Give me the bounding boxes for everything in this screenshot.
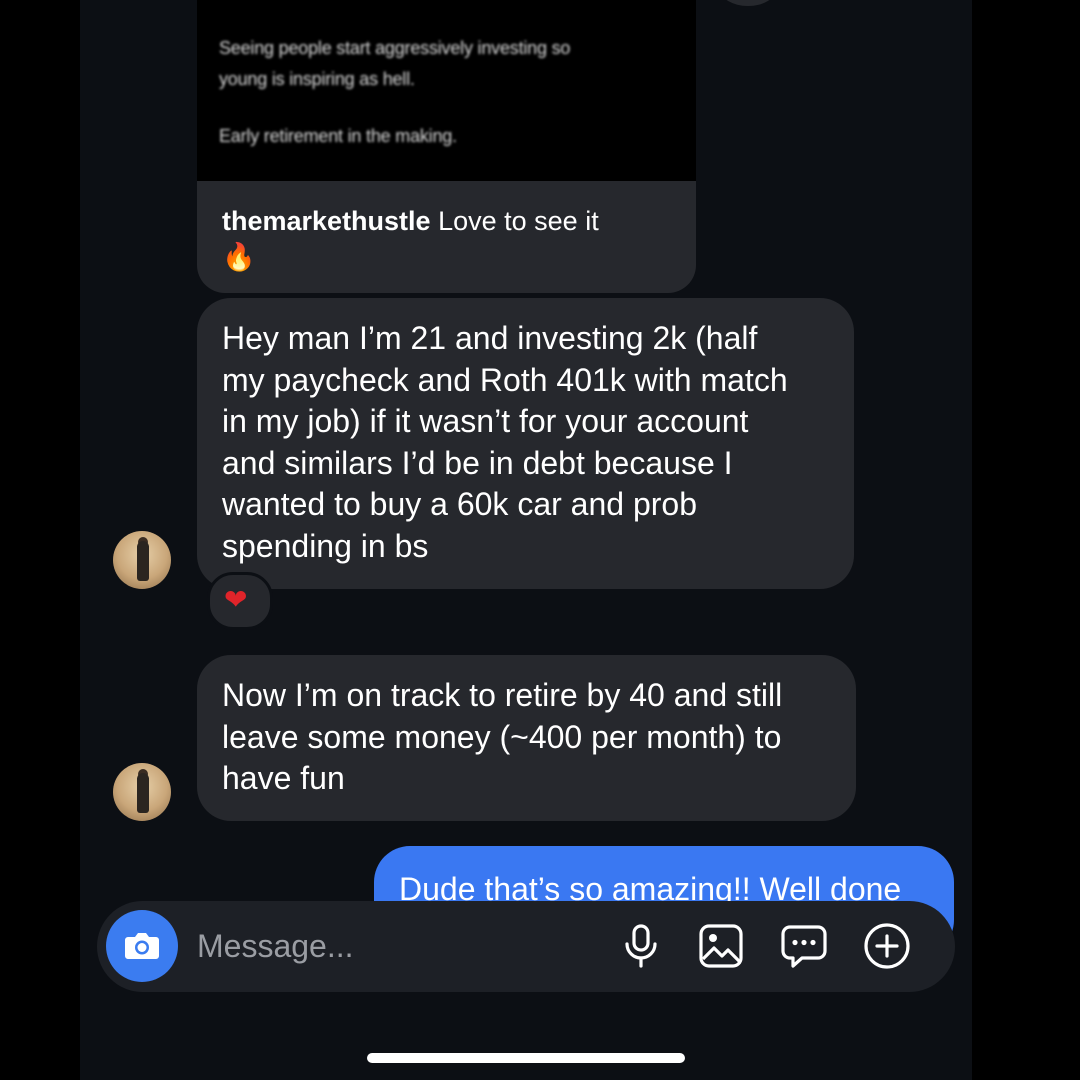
message-line: spending in bs	[222, 527, 429, 564]
preview-line: Seeing people start aggressively investi…	[219, 38, 571, 58]
fire-emoji: 🔥	[222, 242, 256, 272]
preview-line: young is inspiring as hell.	[219, 69, 415, 89]
message-line: Now I’m on track to retire by 40 and sti…	[222, 677, 783, 713]
caption-username[interactable]: themarkethustle	[222, 206, 431, 236]
camera-icon	[125, 933, 159, 959]
microphone-button[interactable]	[618, 923, 664, 969]
gallery-button[interactable]	[698, 923, 744, 969]
sticker-chat-button[interactable]	[780, 923, 827, 969]
message-line: Hey man I’m 21 and investing 2k (half	[222, 320, 758, 356]
chat-screen: Seeing people start aggressively investi…	[80, 0, 972, 1080]
microphone-icon	[625, 924, 657, 968]
message-line: my paycheck and Roth 401k with match	[222, 361, 788, 398]
message-line: have fun	[222, 760, 345, 796]
message-bubble-incoming[interactable]: Now I’m on track to retire by 40 and sti…	[197, 655, 856, 821]
message-line: wanted to buy a 60k car and prob	[222, 486, 697, 522]
camera-button[interactable]	[106, 910, 178, 982]
heart-icon: ❤	[224, 584, 248, 615]
preview-line: Early retirement in the making.	[219, 126, 457, 146]
message-line: in my job) if it wasn’t for your account	[222, 403, 749, 439]
sender-avatar[interactable]	[113, 531, 171, 589]
reaction-badge[interactable]: ❤	[207, 572, 273, 630]
previous-avatar	[720, 0, 776, 6]
home-indicator[interactable]	[367, 1053, 685, 1063]
message-input[interactable]: Message...	[197, 926, 354, 966]
message-composer: Message...	[97, 901, 955, 992]
message-bubble-incoming[interactable]: Hey man I’m 21 and investing 2k (half my…	[197, 298, 854, 589]
sticker-chat-icon	[781, 925, 827, 968]
message-line: leave some money (~400 per month) to	[222, 718, 782, 755]
gallery-icon	[699, 924, 743, 968]
caption-text: Love to see it	[438, 206, 599, 236]
add-button[interactable]	[863, 923, 910, 969]
shared-post-caption: themarkethustle Love to see it 🔥	[222, 203, 662, 275]
add-icon	[864, 923, 910, 969]
sender-avatar[interactable]	[113, 763, 171, 821]
message-line: and similars I’d be in debt because I	[222, 444, 733, 481]
shared-post-card[interactable]: Seeing people start aggressively investi…	[197, 0, 696, 293]
shared-post-preview[interactable]: Seeing people start aggressively investi…	[197, 0, 696, 181]
